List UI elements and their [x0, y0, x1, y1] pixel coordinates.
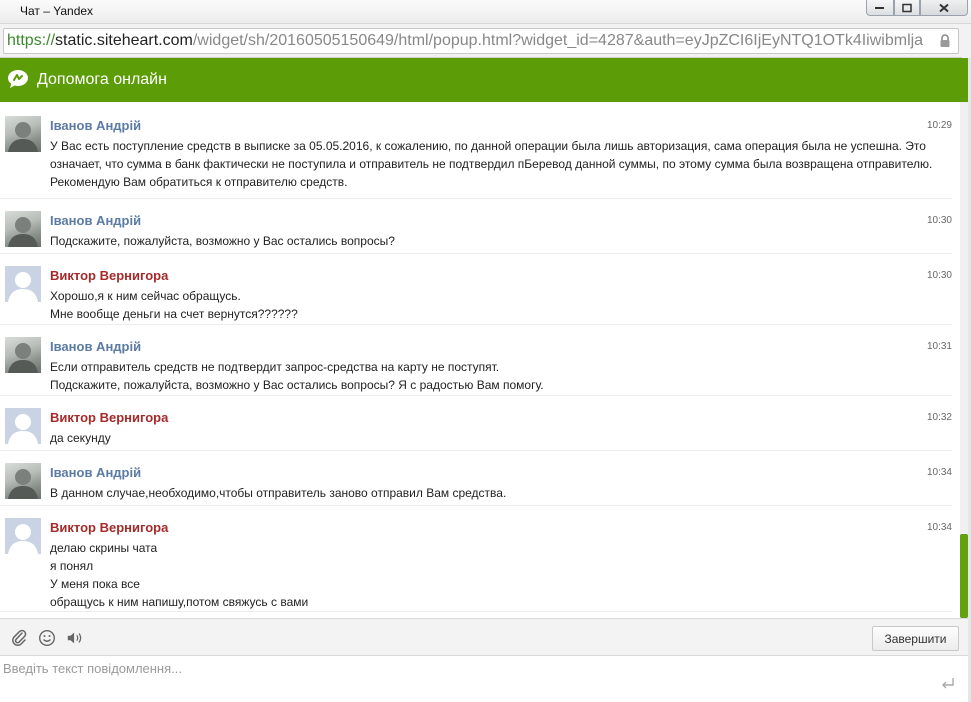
chat-header: Допомога онлайн [0, 58, 968, 102]
finish-chat-button[interactable]: Завершити [872, 626, 959, 651]
person-photo-icon [8, 343, 38, 373]
message-line: Хорошо,я к ним сейчас обращусь. [50, 289, 241, 303]
message-line: Если отправитель средств не подтвердит з… [50, 360, 500, 374]
message-author: Іванов Андрій [50, 213, 142, 228]
user-silhouette-icon [8, 414, 38, 444]
message-item: Виктор Вернигора 10:32 да секунду [0, 396, 952, 451]
message-text: да секунду [50, 429, 945, 447]
message-line: У Вас есть поступление средств в выписке… [50, 139, 933, 189]
message-item: Іванов Андрій 10:30 Подскажите, пожалуйс… [0, 199, 952, 254]
message-time: 10:31 [926, 341, 952, 352]
message-line: делаю скрины чата [50, 541, 158, 555]
message-text: У Вас есть поступление средств в выписке… [50, 137, 945, 191]
lock-icon [940, 34, 950, 47]
message-time: 10:34 [926, 467, 952, 478]
agent-avatar [5, 116, 41, 152]
message-author: Іванов Андрій [50, 118, 142, 133]
maximize-icon [902, 3, 912, 12]
message-text: делаю скрины чата я понял У меня пока вс… [50, 539, 945, 611]
url-host: static.siteheart.com [55, 32, 193, 49]
message-item: Виктор Вернигора 10:30 Хорошо,я к ним се… [0, 254, 952, 325]
address-bar: https://static.siteheart.com/widget/sh/2… [0, 24, 971, 82]
close-button[interactable] [920, 0, 968, 16]
message-item: Іванов Андрій 10:34 В данном случае,необ… [0, 451, 952, 506]
agent-avatar [5, 337, 41, 373]
message-time: 10:32 [926, 412, 952, 423]
window-titlebar: Чат – Yandex [0, 0, 971, 24]
chat-bubble-icon [8, 70, 28, 88]
message-text: В данном случае,необходимо,чтобы отправи… [50, 484, 945, 502]
message-author: Іванов Андрій [50, 465, 142, 480]
message-input[interactable] [0, 656, 930, 700]
message-line: да секунду [50, 431, 111, 445]
chat-title: Допомога онлайн [37, 71, 167, 88]
message-line: В данном случае,необходимо,чтобы отправи… [50, 486, 507, 500]
message-text: Если отправитель средств не подтвердит з… [50, 358, 945, 394]
person-photo-icon [8, 122, 38, 152]
message-text: Хорошо,я к ним сейчас обращусь. Мне вооб… [50, 287, 945, 323]
user-silhouette-icon [8, 524, 38, 554]
message-line: я понял [50, 559, 94, 573]
client-avatar [5, 518, 41, 554]
message-time: 10:30 [926, 270, 952, 281]
message-author: Виктор Вернигора [50, 268, 169, 283]
scrollbar-thumb[interactable] [960, 534, 968, 618]
message-line: обращусь к ним напишу,потом свяжусь с ва… [50, 595, 309, 609]
url-scheme: https:// [7, 32, 56, 49]
smiley-icon[interactable] [38, 629, 56, 647]
user-silhouette-icon [8, 272, 38, 302]
message-time: 10:34 [926, 522, 952, 533]
person-photo-icon [8, 217, 38, 247]
client-avatar [5, 408, 41, 444]
minimize-button[interactable] [866, 0, 894, 16]
maximize-button[interactable] [894, 0, 920, 16]
window-title: Чат – Yandex [20, 4, 94, 18]
message-line: У меня пока все [50, 577, 140, 591]
message-author: Виктор Вернигора [50, 520, 169, 535]
client-avatar [5, 266, 41, 302]
speaker-icon[interactable] [66, 629, 84, 647]
chat-toolbar: Завершити [0, 618, 968, 656]
agent-avatar [5, 211, 41, 247]
agent-avatar [5, 463, 41, 499]
message-item: Іванов Андрій 10:29 У Вас есть поступлен… [0, 104, 952, 199]
url-field[interactable]: https://static.siteheart.com/widget/sh/2… [3, 28, 959, 54]
message-item: Виктор Вернигора 10:34 делаю скрины чата… [0, 506, 952, 612]
minimize-icon [875, 6, 884, 9]
message-author: Іванов Андрій [50, 339, 142, 354]
message-input-area [0, 656, 968, 702]
message-text: Подскажите, пожалуйста, возможно у Вас о… [50, 232, 945, 250]
message-list[interactable]: Іванов Андрій 10:29 У Вас есть поступлен… [0, 104, 960, 618]
message-time: 10:30 [926, 215, 952, 226]
message-line: Мне вообще деньги на счет вернутся?????? [50, 307, 298, 321]
paperclip-icon[interactable] [10, 629, 28, 647]
close-icon [939, 3, 949, 12]
url-path: /widget/sh/20160505150649/html/popup.htm… [192, 32, 924, 49]
message-item: Іванов Андрій 10:31 Если отправитель сре… [0, 325, 952, 396]
message-time: 10:29 [926, 120, 952, 131]
message-line: Подскажите, пожалуйста, возможно у Вас о… [50, 234, 395, 248]
message-line: Подскажите, пожалуйста, возможно у Вас о… [50, 378, 544, 392]
enter-key-icon[interactable] [940, 676, 956, 690]
message-author: Виктор Вернигора [50, 410, 169, 425]
person-photo-icon [8, 469, 38, 499]
